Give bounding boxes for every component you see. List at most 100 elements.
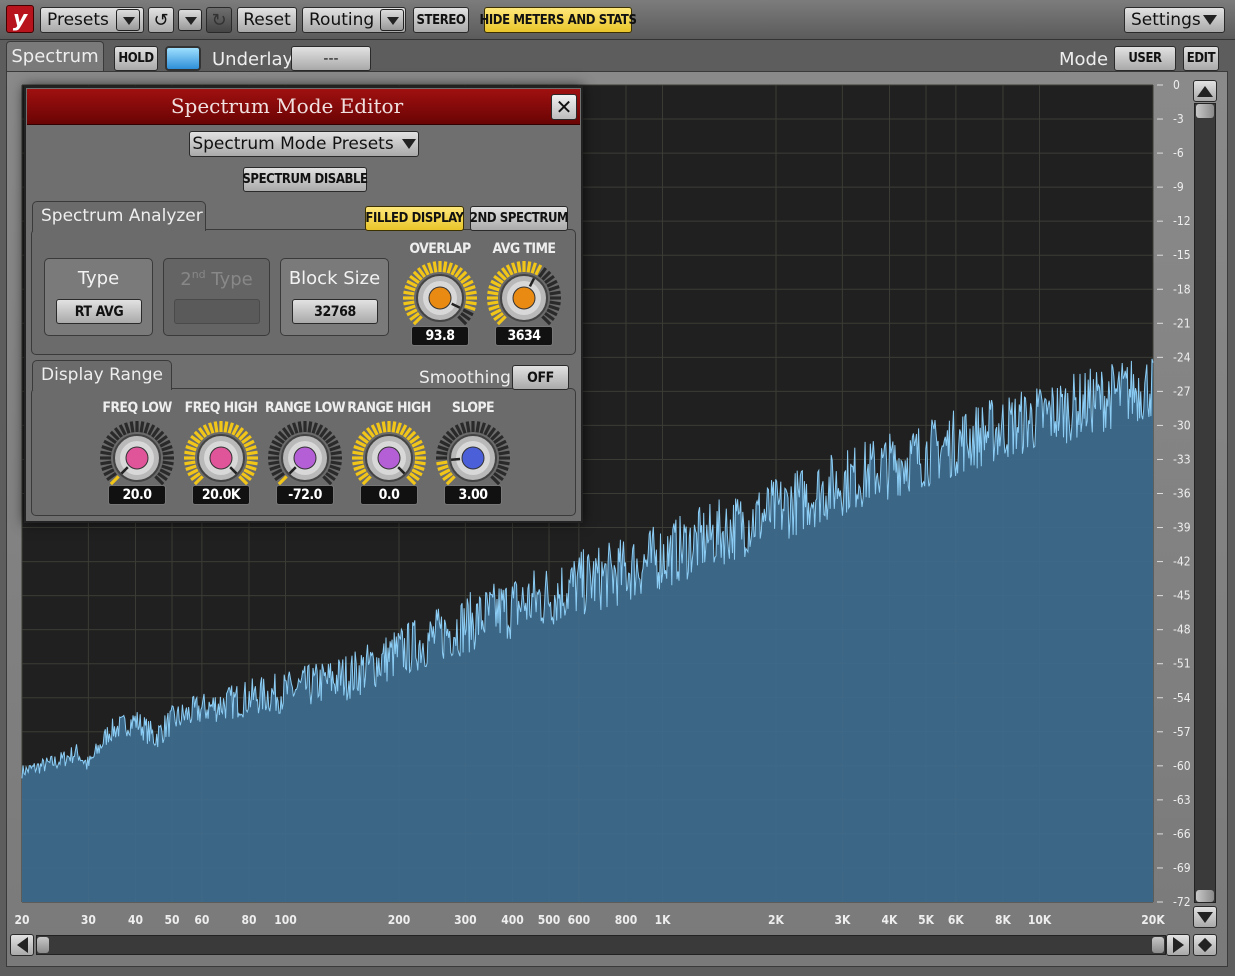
vertical-scrollbar[interactable]: [1194, 103, 1216, 903]
knob-tick: [437, 464, 449, 471]
knob-tick: [437, 445, 449, 452]
y-tick-label: -12: [1173, 214, 1191, 228]
triangle-down-icon: [1197, 911, 1213, 923]
knob-tick: [353, 445, 365, 452]
knob-tick: [403, 290, 415, 296]
triangle-left-icon: [16, 937, 28, 953]
x-tick-label: 600: [568, 913, 591, 927]
scroll-up-button[interactable]: [1193, 80, 1217, 102]
filled-display-button[interactable]: FILLED DISPLAY: [365, 206, 464, 231]
y-tick-label: -63: [1173, 793, 1191, 807]
knob-tick: [432, 261, 438, 273]
range-high-value[interactable]: 0.0: [360, 485, 418, 505]
knob-tick: [161, 445, 173, 452]
knob-tick: [442, 261, 448, 273]
filled-display-label: FILLED DISPLAY: [365, 211, 464, 226]
type-label: Type: [77, 268, 120, 289]
knob-tick: [185, 445, 197, 452]
plugin-window: y Presets ↺ ↻ Reset Routing STEREO HIDE …: [0, 0, 1235, 976]
x-tick-label: 30: [81, 913, 96, 927]
knob-tick: [268, 460, 280, 466]
knob-tick: [100, 450, 112, 456]
knob-cap: [377, 446, 401, 470]
x-tick-label: 8K: [995, 913, 1012, 927]
zoom-fit-button[interactable]: [1193, 934, 1217, 956]
x-tick-label: 80: [241, 913, 256, 927]
y-tick-label: -30: [1173, 418, 1191, 432]
freq-high-value[interactable]: 20.0K: [192, 485, 250, 505]
knob-tick: [548, 304, 560, 311]
knob-cap: [428, 286, 452, 310]
knob-tick: [352, 460, 364, 466]
second-spectrum-label: 2ND SPECTRUM: [469, 211, 569, 226]
y-tick-label: -3: [1173, 112, 1184, 126]
knob-cap: [293, 446, 317, 470]
x-tick-label: 800: [615, 913, 638, 927]
scroll-right-button[interactable]: [1166, 934, 1190, 956]
knob-tick: [352, 450, 364, 456]
knob-tick: [185, 464, 197, 471]
scroll-down-button[interactable]: [1193, 906, 1217, 928]
knob-tick: [101, 445, 113, 452]
knob-tick: [460, 422, 467, 434]
y-tick-label: -27: [1173, 384, 1191, 398]
y-tick-label: -66: [1173, 827, 1191, 841]
spectrum-mode-presets-button[interactable]: Spectrum Mode Presets: [189, 131, 419, 157]
y-tick-label: -72: [1173, 895, 1191, 909]
knob-tick: [246, 450, 258, 456]
knob-cap: [461, 446, 485, 470]
scroll-left-button[interactable]: [10, 934, 34, 956]
vertical-scroll-thumb[interactable]: [1196, 104, 1214, 118]
y-tick-label: -24: [1173, 350, 1191, 364]
editor-close-button[interactable]: ✕: [551, 94, 577, 120]
x-tick-label: 50: [165, 913, 180, 927]
knob-tick: [404, 285, 416, 292]
knob-tick: [161, 464, 173, 471]
x-tick-label: 60: [194, 913, 209, 927]
spectrum-disable-button[interactable]: SPECTRUM DISABLE: [242, 167, 368, 192]
second-spectrum-button[interactable]: 2ND SPECTRUM: [469, 206, 569, 231]
spectrum-analyzer-header: Spectrum Analyzer: [32, 201, 206, 231]
knob-tick: [530, 262, 537, 274]
knob-tick: [395, 422, 402, 434]
vertical-scroll-thumb-bottom[interactable]: [1196, 890, 1214, 902]
knob-tick: [436, 450, 448, 456]
slope-value[interactable]: 3.00: [444, 485, 502, 505]
knob-tick: [488, 285, 500, 292]
smoothing-select[interactable]: OFF: [512, 365, 569, 390]
knob-tick: [436, 460, 448, 466]
knob-tick: [329, 464, 341, 471]
knob-tick: [245, 445, 257, 452]
overlap-value[interactable]: 93.8: [411, 326, 469, 346]
knob-tick: [548, 285, 560, 292]
horizontal-scroll-thumb-left[interactable]: [37, 937, 49, 953]
block-size-select[interactable]: 32768: [292, 299, 378, 324]
knob-tick: [143, 422, 150, 434]
knob-cap: [512, 286, 536, 310]
horizontal-scrollbar[interactable]: [36, 935, 1166, 955]
knob-tick: [297, 421, 303, 433]
knob-tick: [184, 460, 196, 466]
y-tick-label: -51: [1173, 657, 1191, 671]
y-tick-label: -18: [1173, 282, 1191, 296]
avg-time-value[interactable]: 3634: [495, 326, 553, 346]
range-low-value[interactable]: -72.0: [276, 485, 334, 505]
horizontal-scroll-thumb-right[interactable]: [1152, 937, 1164, 953]
y-tick-label: -36: [1173, 487, 1191, 501]
freq-low-value[interactable]: 20.0: [108, 485, 166, 505]
knob-tick: [162, 450, 174, 456]
y-tick-label: -39: [1173, 521, 1191, 535]
slope-label: SLOPE: [451, 400, 495, 416]
x-tick-label: 200: [388, 913, 411, 927]
knob-tick: [124, 422, 131, 434]
knob-tick: [403, 300, 415, 306]
x-tick-label: 300: [454, 913, 477, 927]
knob-tick: [497, 445, 509, 452]
knob-tick: [479, 422, 486, 434]
knob-tick: [414, 450, 426, 456]
y-tick-label: -33: [1173, 452, 1191, 466]
knob-tick: [307, 421, 313, 433]
knob-tick: [381, 421, 387, 433]
knob-tick: [184, 450, 196, 456]
type-select[interactable]: RT AVG: [56, 299, 142, 324]
